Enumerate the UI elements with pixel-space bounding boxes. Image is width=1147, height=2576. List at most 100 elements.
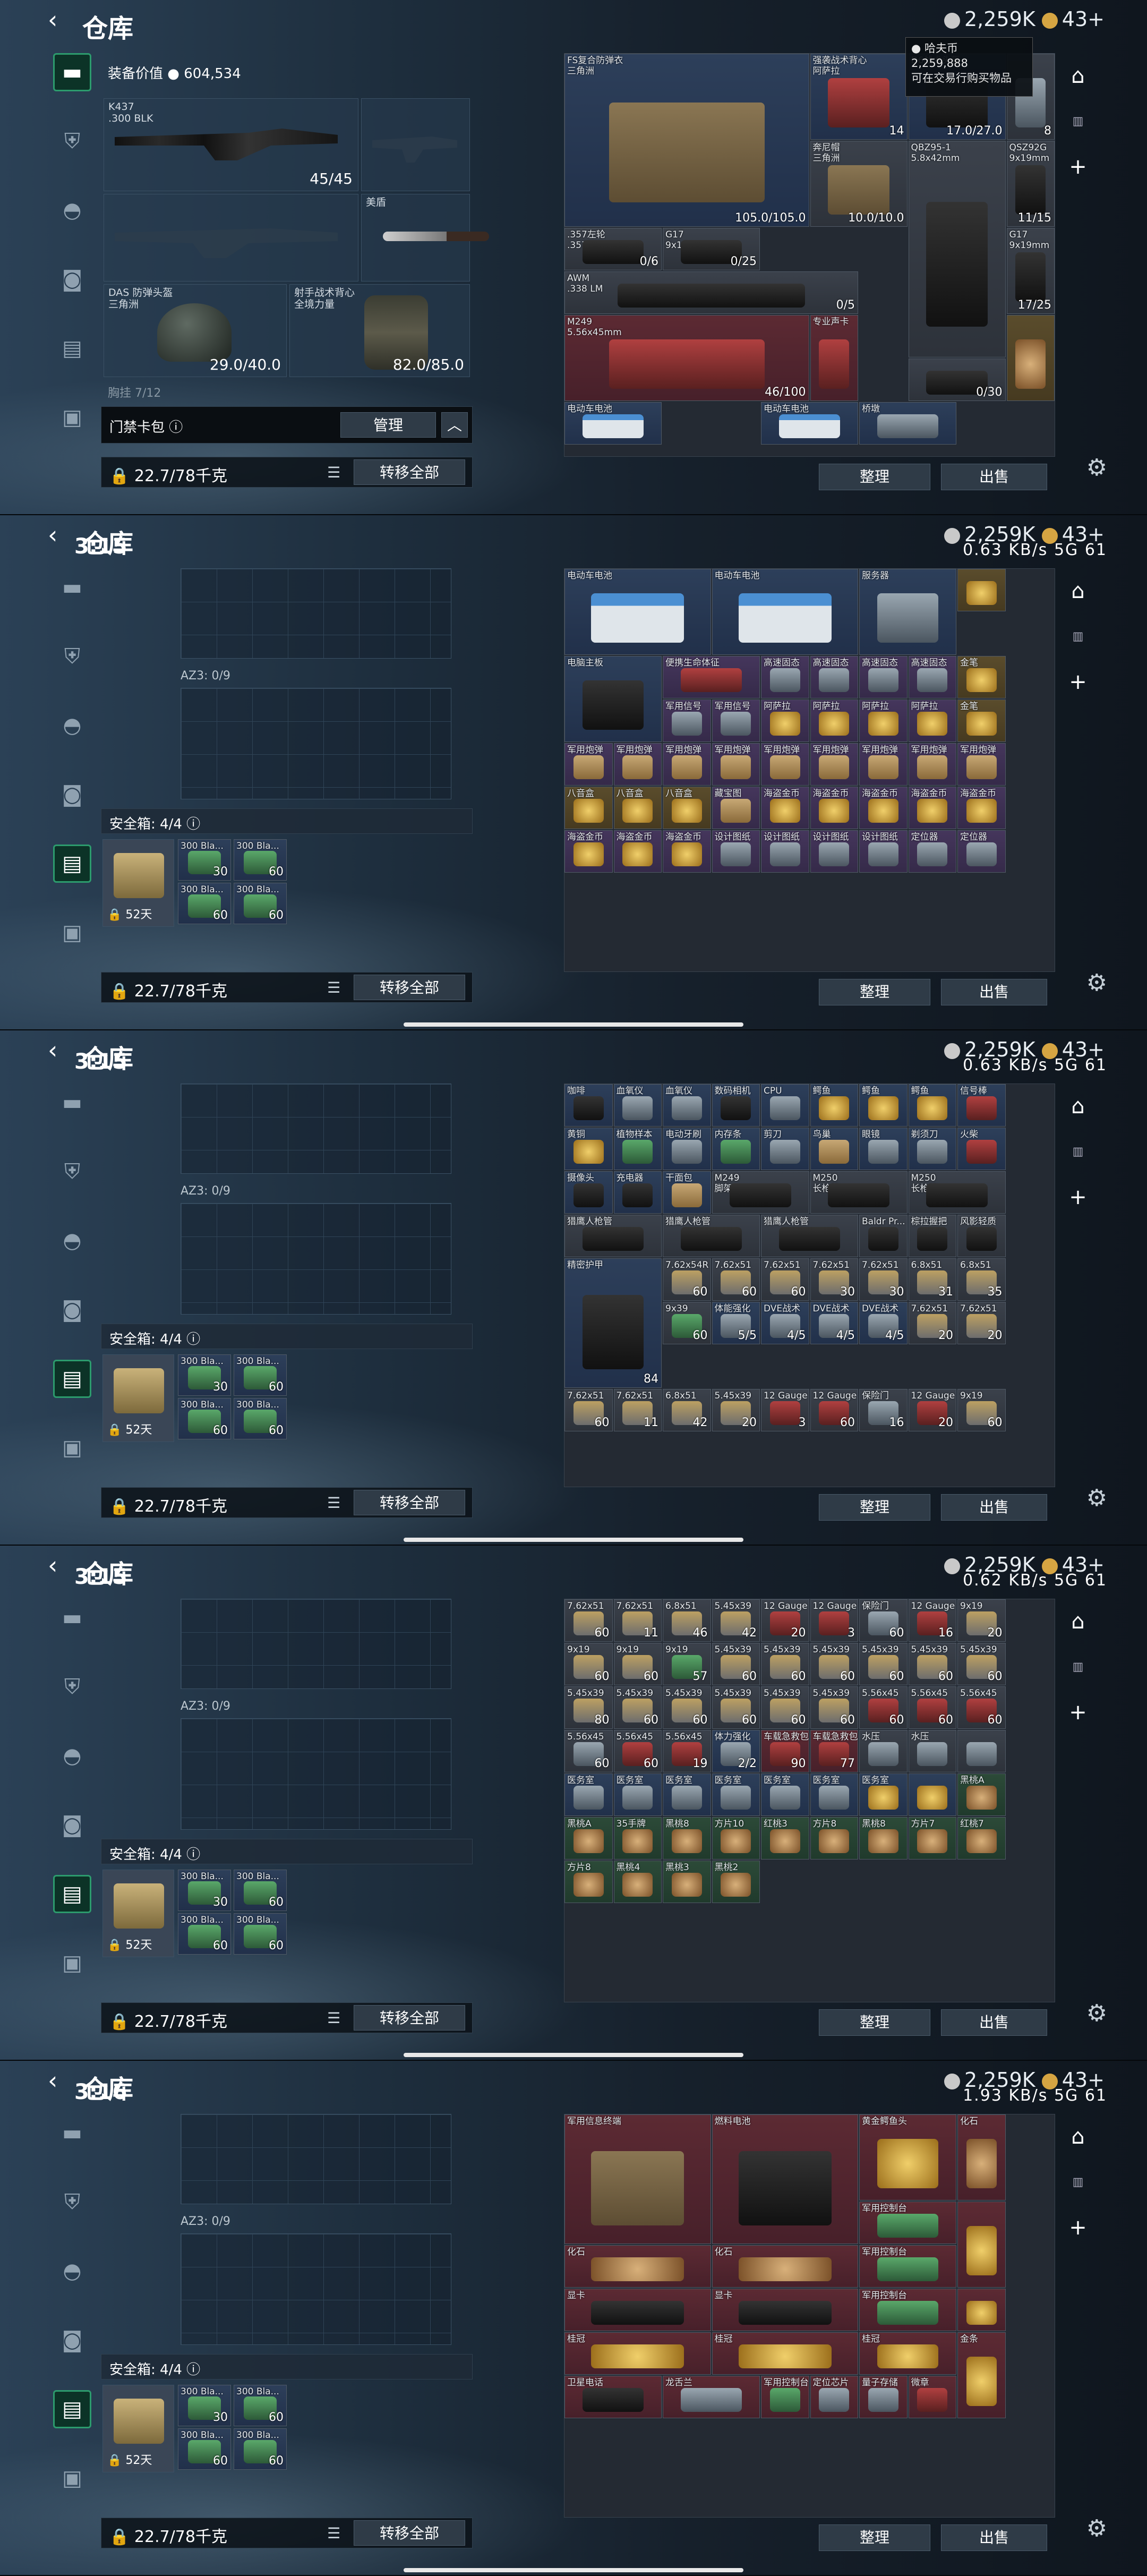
stash-item[interactable]: 黑桃4 <box>613 1861 662 1903</box>
settings-gear-icon[interactable]: ⚙ <box>1086 2000 1107 2027</box>
stash-item[interactable]: 内存条 <box>712 1128 760 1170</box>
safe-item[interactable]: 300 Bla... 60 <box>234 1398 287 1439</box>
backpack-icon[interactable]: ◙ <box>53 2321 91 2359</box>
settings-gear-icon[interactable]: ⚙ <box>1086 969 1107 996</box>
safe-item[interactable]: 300 Bla... 60 <box>178 883 231 924</box>
stash-item[interactable]: 7.62x51 30 <box>810 1258 858 1301</box>
melee-slot[interactable]: 美盾 <box>361 194 489 282</box>
add-page-icon[interactable]: + <box>1062 1700 1094 1725</box>
toolbox-icon[interactable]: ▣ <box>53 398 91 437</box>
stash-item[interactable]: 干面包 <box>663 1171 711 1214</box>
back-icon[interactable]: ‹ <box>48 1038 74 1064</box>
gun-icon[interactable]: ▬ <box>53 568 91 607</box>
safe-item[interactable]: 300 Bla... 60 <box>234 2428 287 2470</box>
stash-item[interactable]: 12 Gauge 20 <box>761 1599 809 1642</box>
stash-item[interactable]: 方片8 <box>564 1861 613 1903</box>
stash-item[interactable]: 金笔 <box>957 700 1006 742</box>
stash-item[interactable]: 高速固态 <box>810 656 858 698</box>
stash-icon[interactable]: ⌂ <box>1062 64 1094 88</box>
manage-button[interactable]: 管理 <box>340 412 436 438</box>
safe-box-slot[interactable]: 🔒 52天 <box>102 1870 174 1957</box>
stash-item[interactable]: 7.62x51 11 <box>613 1389 662 1431</box>
stash-icon[interactable]: ⌂ <box>1062 2125 1094 2149</box>
stash-item[interactable]: 植物样本 <box>613 1128 662 1170</box>
stash-item[interactable]: 军用炮弹 <box>859 743 908 786</box>
stash-item[interactable]: .357左轮 .357 0/6 <box>564 228 662 270</box>
stash-item[interactable]: 设计图纸 <box>810 830 858 873</box>
armor-icon[interactable]: ⛨ <box>53 1668 91 1706</box>
transfer-all-button[interactable]: 转移全部 <box>354 459 465 485</box>
stash-item[interactable]: 剪刀 <box>761 1128 809 1170</box>
page-tab-icon[interactable]: ▥ <box>1062 115 1094 128</box>
stash-item[interactable]: 6.8x51 35 <box>957 1258 1006 1301</box>
back-icon[interactable]: ‹ <box>48 7 74 34</box>
stash-item[interactable]: 黑桃A <box>957 1773 1006 1816</box>
stash-item[interactable]: M250 长枪管 <box>908 1171 1006 1214</box>
stash-item[interactable]: 专业声卡 <box>810 315 858 401</box>
stash-item[interactable]: 黑桃2 <box>712 1861 760 1903</box>
stash-item[interactable]: 化石 <box>957 2114 1006 2200</box>
stash-item[interactable]: DVE战术 4/5 <box>761 1302 809 1344</box>
stash-item[interactable] <box>957 1730 1006 1772</box>
stash-item[interactable]: 龙舌兰 <box>663 2376 760 2418</box>
transfer-all-button[interactable]: 转移全部 <box>354 2005 465 2031</box>
stash-item[interactable]: 定位器 <box>908 830 956 873</box>
stash-item[interactable]: 军用炮弹 <box>810 743 858 786</box>
stash-item[interactable]: 军用信号 <box>663 700 711 742</box>
stash-item[interactable]: FS复合防弹衣 三角洲 105.0/105.0 <box>564 54 809 227</box>
stash-item[interactable]: 服务器 <box>859 569 956 655</box>
stash-item[interactable]: 阿萨拉 <box>859 700 908 742</box>
stash-item[interactable]: 火柴 <box>957 1128 1006 1170</box>
transfer-all-button[interactable]: 转移全部 <box>354 975 465 1000</box>
stash-item[interactable]: 6.8x51 42 <box>663 1389 711 1431</box>
stash-item[interactable]: 微章 <box>908 2376 956 2418</box>
helmet-icon[interactable]: ◓ <box>53 1737 91 1775</box>
stash-item[interactable]: 猎鹰人枪管 <box>564 1215 662 1257</box>
stash-item[interactable]: 设计图纸 <box>859 830 908 873</box>
stash-item[interactable]: 方片7 <box>908 1817 956 1860</box>
stash-item[interactable]: 9x19 57 <box>663 1643 711 1685</box>
add-page-icon[interactable]: + <box>1062 1185 1094 1209</box>
stash-item[interactable]: 军用炮弹 <box>564 743 613 786</box>
stash-item[interactable]: 军用炮弹 <box>761 743 809 786</box>
stash-item[interactable]: 化石 <box>712 2245 858 2288</box>
stash-item[interactable]: 海盗金币 <box>908 787 956 829</box>
stash-item[interactable] <box>1006 315 1055 401</box>
helmet-icon[interactable]: ◓ <box>53 2252 91 2290</box>
stash-item[interactable]: AWM .338 LM 0/5 <box>564 271 858 314</box>
stash-item[interactable]: 7.62x51 11 <box>613 1599 662 1642</box>
armor-icon[interactable]: ⛨ <box>53 637 91 676</box>
stash-item[interactable]: 9x19 60 <box>957 1389 1006 1431</box>
stash-item[interactable]: 5.56x45 60 <box>957 1686 1006 1729</box>
page-tab-icon[interactable]: ▥ <box>1062 630 1094 643</box>
stash-item[interactable]: 海盗金币 <box>810 787 858 829</box>
primary-weapon-slot[interactable]: K437 .300 BLK 45/45 <box>104 98 358 191</box>
stash-item[interactable]: 黄金鳄鱼头 <box>859 2114 956 2200</box>
list-icon[interactable]: ☰ <box>327 2009 340 2027</box>
stash-item[interactable]: 摄像头 <box>564 1171 613 1214</box>
stash-item[interactable]: 鳄鱼 <box>810 1084 858 1127</box>
stash-item[interactable]: 5.56x45 60 <box>564 1730 613 1772</box>
stash-item[interactable]: 9x39 60 <box>663 1302 711 1344</box>
stash-item[interactable]: 6.8x51 31 <box>908 1258 956 1301</box>
stash-item[interactable]: M249 脚架 <box>712 1171 809 1214</box>
stash-item[interactable]: 血氧仪 <box>663 1084 711 1127</box>
safe-item[interactable]: 300 Bla... 60 <box>178 2428 231 2470</box>
gun-icon[interactable]: ▬ <box>53 1599 91 1637</box>
stash-item[interactable]: 军用炮弹 <box>712 743 760 786</box>
stash-item[interactable]: M249 5.56x45mm 46/100 <box>564 315 809 401</box>
stash-item[interactable]: 电动车电池 <box>761 402 858 445</box>
gun-icon[interactable]: ▬ <box>53 1084 91 1122</box>
stash-item[interactable]: CPU <box>761 1084 809 1127</box>
stash-item[interactable]: 军用炮弹 <box>957 743 1006 786</box>
stash-item[interactable]: 医务室 <box>613 1773 662 1816</box>
safe-box-icon[interactable]: ▤ <box>53 329 91 368</box>
stash-item[interactable]: 医务室 <box>663 1773 711 1816</box>
backpack-icon[interactable]: ◙ <box>53 775 91 814</box>
stash-icon[interactable]: ⌂ <box>1062 1094 1094 1119</box>
stash-item[interactable]: DVE战术 4/5 <box>859 1302 908 1344</box>
stash-item[interactable]: 棕拉握把 <box>908 1215 956 1257</box>
stash-item[interactable]: 海盗金币 <box>564 830 613 873</box>
stash-item[interactable]: 军用控制台 <box>859 2289 956 2331</box>
stash-item[interactable]: 12 Gauge 3 <box>761 1389 809 1431</box>
